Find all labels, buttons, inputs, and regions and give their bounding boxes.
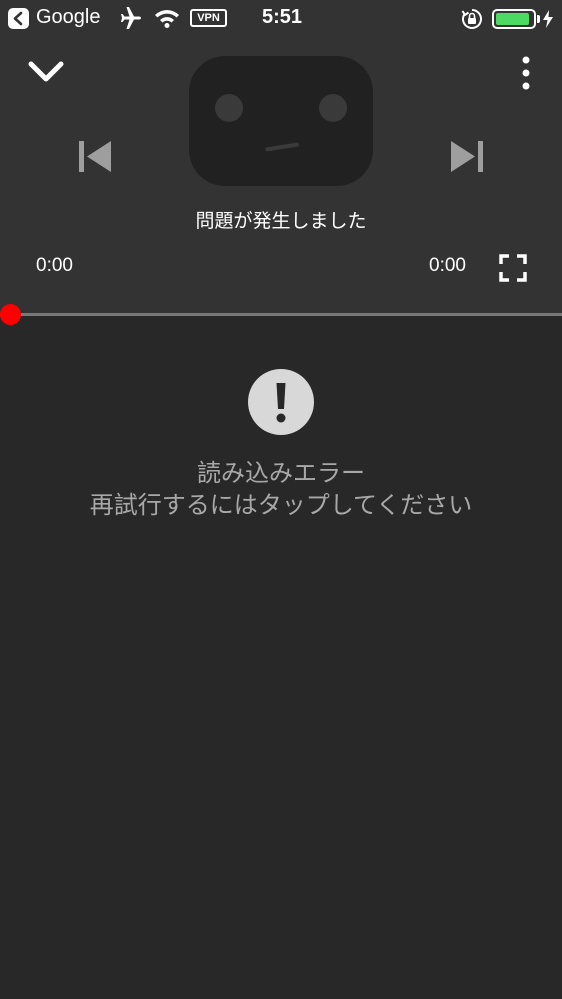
airplane-mode-icon [118, 7, 144, 33]
battery-tip [537, 15, 540, 23]
player-error-message: 問題が発生しました [195, 210, 367, 232]
face-right-eye [319, 94, 347, 122]
retry-hint: 再試行するにはタップしてください [89, 491, 473, 519]
more-options-button[interactable] [512, 52, 540, 94]
fullscreen-button[interactable] [498, 253, 528, 283]
progress-track[interactable] [0, 313, 562, 316]
battery-level [496, 13, 530, 25]
face-mouth [264, 142, 300, 152]
battery-icon [492, 9, 536, 29]
fullscreen-icon [499, 254, 527, 282]
charging-bolt-icon [542, 10, 554, 32]
collapse-button[interactable] [25, 54, 67, 88]
chevron-down-icon [28, 61, 64, 82]
previous-button[interactable] [74, 136, 116, 178]
scrubber-handle[interactable] [0, 304, 21, 325]
next-button[interactable] [446, 136, 488, 178]
skip-next-icon [451, 141, 483, 172]
back-app-label[interactable]: Google [36, 6, 101, 29]
orientation-lock-icon [461, 8, 483, 34]
vpn-badge: VPN [190, 9, 227, 27]
skip-previous-icon [79, 141, 111, 172]
load-error-retry[interactable]: 読み込みエラー 再試行するにはタップしてください [0, 369, 562, 519]
face-left-eye [215, 94, 243, 122]
back-to-app-icon[interactable] [8, 8, 29, 29]
current-time: 0:00 [36, 255, 73, 276]
total-time: 0:00 [429, 255, 466, 276]
clock: 5:51 [262, 6, 303, 28]
wifi-icon [154, 8, 180, 32]
alert-icon [248, 369, 314, 435]
error-face-icon [189, 56, 373, 186]
load-error-title: 読み込みエラー [197, 459, 365, 487]
more-vert-icon [522, 56, 530, 90]
status-bar: Google VPN 5:51 [0, 0, 562, 38]
video-player[interactable]: 問題が発生しました 0:00 0:00 [0, 38, 562, 315]
